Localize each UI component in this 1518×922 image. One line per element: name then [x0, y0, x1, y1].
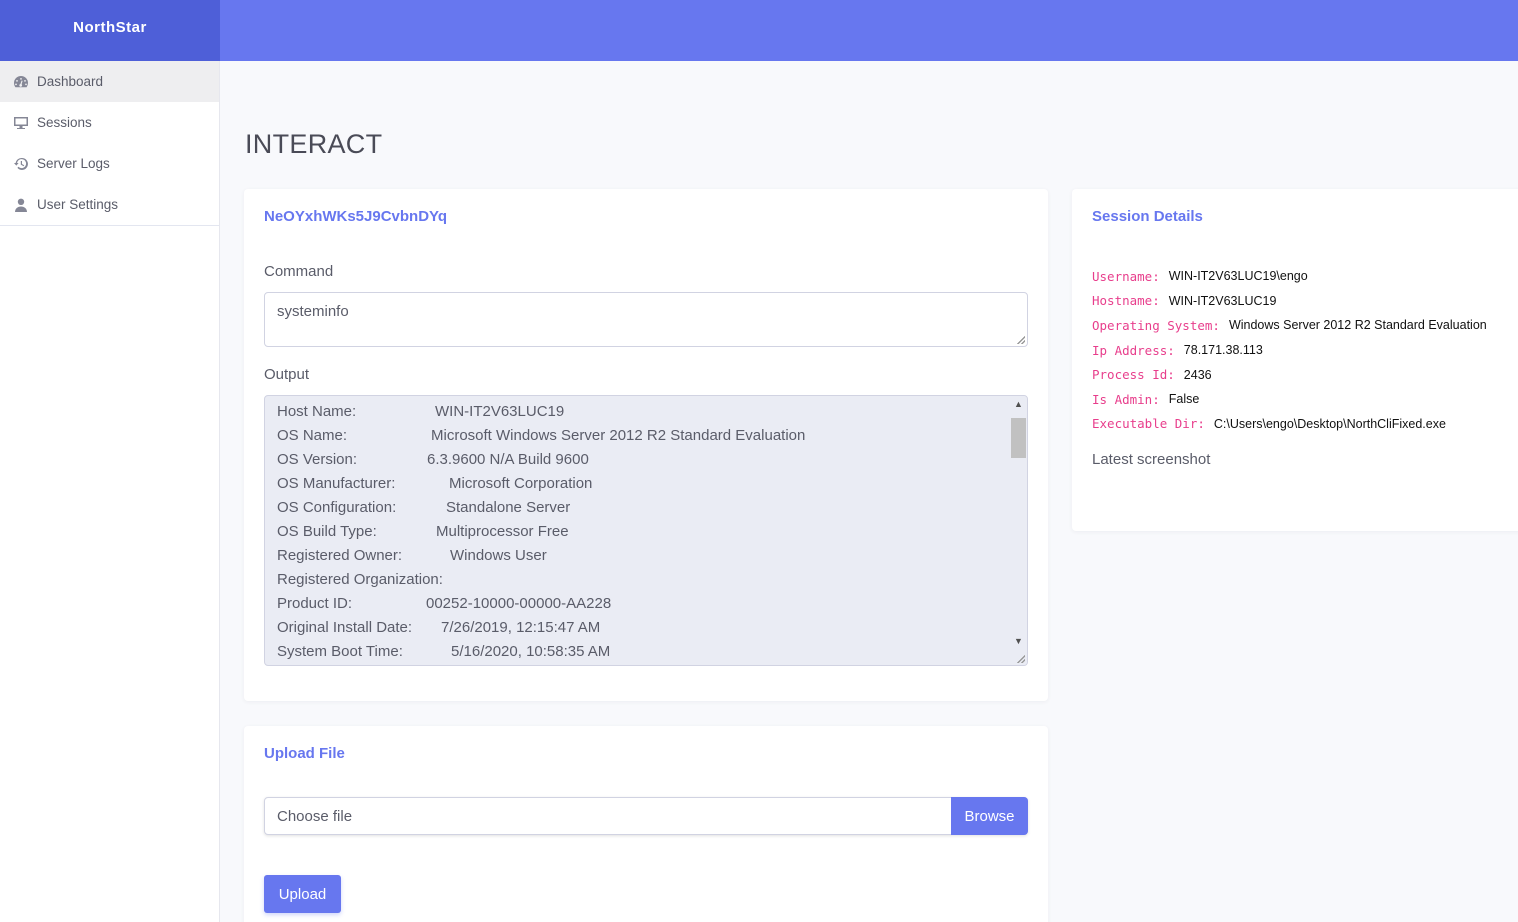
file-input[interactable]: Choose file Browse: [264, 797, 1028, 835]
sidebar-item-server-logs[interactable]: Server Logs: [0, 143, 219, 184]
output-line-key: OS Configuration:: [277, 499, 397, 516]
session-detail-value: 78.171.38.113: [1183, 343, 1263, 358]
output-line-key: Host Name:: [277, 403, 357, 420]
interact-card: NeOYxhWKs5J9CvbnDYq Command systeminfo O…: [244, 189, 1048, 701]
output-line-value: WIN-IT2V63LUC19: [435, 403, 565, 420]
output-line-key: OS Build Type:: [277, 523, 377, 540]
output-line: Original Install Date: 7/26/2019, 12:15:4…: [277, 616, 1007, 640]
session-id-title: NeOYxhWKs5J9CvbnDYq: [264, 208, 448, 225]
output-line-value: 7/26/2019, 12:15:47 AM: [441, 619, 601, 636]
sidebar-item-dashboard[interactable]: Dashboard: [0, 61, 219, 102]
output-line-key: Registered Owner:: [277, 547, 403, 564]
output-line: Product ID: 00252-10000-00000-AA228: [277, 592, 1007, 616]
output-line-key: OS Manufacturer:: [277, 475, 396, 492]
sidebar: Dashboard Sessions Server Logs User Sett…: [0, 61, 220, 922]
latest-screenshot-label: Latest screenshot: [1092, 451, 1211, 468]
output-textarea[interactable]: Host Name: WIN-IT2V63LUC19 OS Name: Microso…: [264, 395, 1028, 666]
session-details-title: Session Details: [1092, 208, 1203, 225]
sidebar-item-label: User Settings: [37, 197, 119, 212]
output-line: OS Manufacturer: Microsoft Corporation: [277, 472, 1007, 496]
output-line-key: Registered Organization:: [277, 571, 443, 588]
output-line: OS Build Type: Multiprocessor Free: [277, 520, 1007, 544]
session-detail-key: Hostname:: [1092, 293, 1160, 309]
scroll-thumb[interactable]: [1011, 418, 1026, 458]
session-detail-value: WIN-IT2V63LUC19\engo: [1168, 269, 1308, 284]
upload-title: Upload File: [264, 745, 345, 762]
brand-logo[interactable]: NorthStar: [0, 0, 220, 61]
browse-button[interactable]: Browse: [951, 797, 1028, 835]
session-detail-value: 2436: [1183, 367, 1212, 382]
session-detail-key: Operating System:: [1092, 317, 1220, 333]
output-line: Host Name: WIN-IT2V63LUC19: [277, 400, 1007, 424]
output-line-value: 6.3.9600 N/A Build 9600: [427, 451, 589, 468]
history-icon: [13, 156, 29, 172]
sidebar-item-user-settings[interactable]: User Settings: [0, 184, 219, 225]
output-line: Registered Organization:: [277, 568, 1007, 592]
output-lines: Host Name: WIN-IT2V63LUC19 OS Name: Microso…: [277, 400, 1007, 664]
tachometer-icon: [13, 74, 29, 90]
sidebar-item-sessions[interactable]: Sessions: [0, 102, 219, 143]
output-line-key: Original Install Date:: [277, 619, 413, 636]
session-detail-row: Hostname: WIN-IT2V63LUC19: [1092, 289, 1487, 314]
command-value: systeminfo: [277, 303, 349, 320]
output-line: OS Configuration: Standalone Server: [277, 496, 1007, 520]
session-detail-row: Process Id: 2436: [1092, 362, 1487, 387]
page-title: INTERACT: [245, 129, 383, 159]
output-line-value: Microsoft Corporation: [449, 475, 593, 492]
upload-card: Upload File Choose file Browse Upload: [244, 726, 1048, 922]
session-detail-row: Operating System: Windows Server 2012 R2 …: [1092, 313, 1487, 338]
output-line: OS Version: 6.3.9600 N/A Build 9600: [277, 448, 1007, 472]
sidebar-item-label: Dashboard: [37, 74, 104, 89]
sidebar-item-label: Sessions: [37, 115, 92, 130]
session-detail-key: Executable Dir:: [1092, 416, 1205, 432]
session-detail-row: Executable Dir: C:\Users\engo\Desktop\Nor…: [1092, 412, 1487, 437]
command-label: Command: [264, 263, 334, 280]
topbar: [220, 0, 1518, 61]
session-detail-row: Username: WIN-IT2V63LUC19\engo: [1092, 264, 1487, 289]
session-detail-key: Ip Address:: [1092, 342, 1175, 358]
session-detail-key: Is Admin:: [1092, 391, 1160, 407]
output-line: System Boot Time: 5/16/2020, 10:58:35 AM: [277, 640, 1007, 664]
session-detail-row: Ip Address: 78.171.38.113: [1092, 338, 1487, 363]
output-line: OS Name: Microsoft Windows Server 2012 R2…: [277, 424, 1007, 448]
output-line-value: 00252-10000-00000-AA228: [426, 595, 612, 612]
command-input[interactable]: systeminfo: [264, 292, 1028, 347]
output-label: Output: [264, 366, 310, 383]
upload-button[interactable]: Upload: [264, 875, 341, 913]
session-detail-row: Is Admin: False: [1092, 387, 1487, 412]
scroll-down-icon[interactable]: ▼: [1013, 636, 1024, 647]
resize-grip-icon[interactable]: [1017, 336, 1025, 344]
file-input-placeholder: Choose file: [277, 808, 353, 825]
output-line-key: System Boot Time:: [277, 643, 403, 660]
output-line-key: OS Version:: [277, 451, 358, 468]
session-detail-value: C:\Users\engo\Desktop\NorthCliFixed.exe: [1213, 416, 1446, 431]
session-detail-value: Windows Server 2012 R2 Standard Evaluati…: [1228, 318, 1487, 333]
scroll-up-icon[interactable]: ▲: [1013, 399, 1024, 410]
session-detail-value: WIN-IT2V63LUC19: [1168, 293, 1277, 308]
sidebar-nav: Dashboard Sessions Server Logs User Sett…: [0, 61, 219, 226]
session-details-card: Session Details Username: WIN-IT2V63LUC19…: [1072, 189, 1518, 531]
session-details-list: Username: WIN-IT2V63LUC19\engo Hostname: WI…: [1092, 264, 1487, 436]
output-line-value: Microsoft Windows Server 2012 R2 Standar…: [431, 427, 806, 444]
output-line: Registered Owner: Windows User: [277, 544, 1007, 568]
sidebar-item-label: Server Logs: [37, 156, 110, 171]
desktop-icon: [13, 115, 29, 131]
output-line-key: OS Name:: [277, 427, 348, 444]
session-detail-key: Username:: [1092, 268, 1160, 284]
output-line-key: Product ID:: [277, 595, 353, 612]
resize-grip-icon[interactable]: [1017, 655, 1025, 663]
output-line-value: Multiprocessor Free: [436, 523, 569, 540]
session-detail-value: False: [1168, 392, 1200, 407]
brand-name: NorthStar: [73, 19, 147, 36]
output-scrollbar[interactable]: ▲ ▼: [1010, 396, 1027, 665]
output-line-value: 5/16/2020, 10:58:35 AM: [451, 643, 611, 660]
output-line-value: Windows User: [450, 547, 547, 564]
user-icon: [13, 197, 29, 213]
output-line-value: Standalone Server: [446, 499, 571, 516]
session-detail-key: Process Id:: [1092, 367, 1175, 383]
